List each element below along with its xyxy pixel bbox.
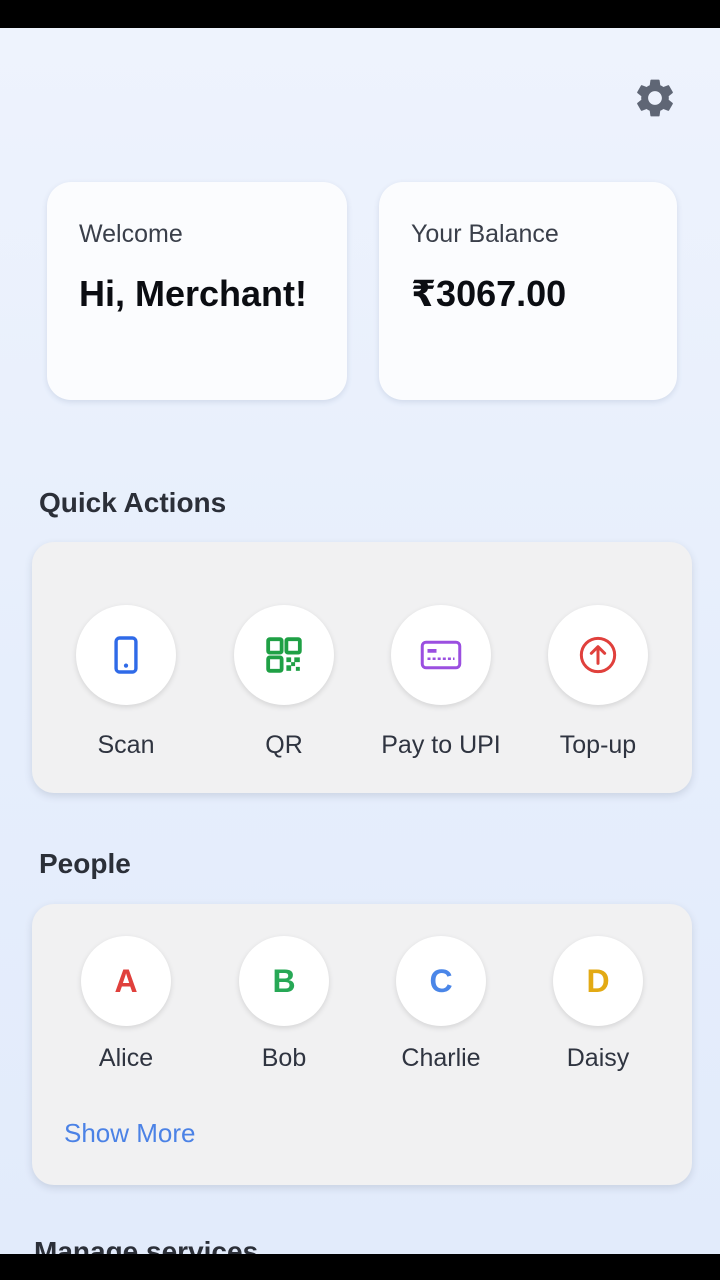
- balance-label: Your Balance: [411, 220, 559, 248]
- home-screen: Welcome Hi, Merchant! Your Balance ₹3067…: [0, 28, 720, 1254]
- top-up-button[interactable]: [548, 605, 648, 705]
- show-more-link[interactable]: Show More: [64, 1118, 196, 1149]
- qr-label: QR: [265, 731, 303, 759]
- welcome-label: Welcome: [79, 220, 183, 248]
- scan-button[interactable]: [76, 605, 176, 705]
- avatar[interactable]: B: [239, 936, 329, 1026]
- balance-card[interactable]: Your Balance ₹3067.00: [379, 182, 677, 400]
- greeting-text: Hi, Merchant!: [79, 273, 308, 314]
- phone-icon: [114, 636, 138, 674]
- avatar[interactable]: A: [81, 936, 171, 1026]
- pay-to-upi-action[interactable]: Pay to UPI: [361, 605, 521, 760]
- top-up-action[interactable]: Top-up: [518, 605, 678, 760]
- avatar[interactable]: D: [553, 936, 643, 1026]
- card-icon: [420, 640, 462, 670]
- person-charlie[interactable]: C Charlie: [361, 936, 521, 1073]
- pay-to-upi-button[interactable]: [391, 605, 491, 705]
- gear-icon: [637, 79, 673, 117]
- avatar[interactable]: C: [396, 936, 486, 1026]
- balance-amount: ₹3067.00: [411, 273, 567, 314]
- scan-action[interactable]: Scan: [46, 605, 206, 760]
- pay-to-upi-label: Pay to UPI: [381, 731, 501, 759]
- people-title: People: [39, 848, 131, 879]
- welcome-card: Welcome Hi, Merchant!: [47, 182, 347, 400]
- scan-label: Scan: [97, 731, 155, 759]
- qr-code-icon: [266, 637, 302, 673]
- top-up-label: Top-up: [559, 731, 637, 759]
- qr-button[interactable]: [234, 605, 334, 705]
- person-name: Bob: [261, 1044, 307, 1072]
- person-daisy[interactable]: D Daisy: [518, 936, 678, 1073]
- person-name: Daisy: [566, 1044, 630, 1072]
- quick-actions-title: Quick Actions: [39, 487, 227, 518]
- quick-actions-panel: Scan QR Pay to UPI Top-up: [32, 542, 692, 793]
- manage-services-title: Manage services: [34, 1236, 259, 1254]
- arrow-up-circle-icon: [579, 636, 617, 674]
- settings-button[interactable]: [630, 73, 680, 123]
- people-panel: A Alice B Bob C Charlie D Daisy Show Mor…: [32, 904, 692, 1185]
- person-name: Charlie: [401, 1044, 481, 1072]
- qr-action[interactable]: QR: [204, 605, 364, 760]
- person-alice[interactable]: A Alice: [46, 936, 206, 1073]
- system-nav-bar: [0, 1254, 720, 1280]
- person-name: Alice: [98, 1044, 154, 1072]
- person-bob[interactable]: B Bob: [204, 936, 364, 1073]
